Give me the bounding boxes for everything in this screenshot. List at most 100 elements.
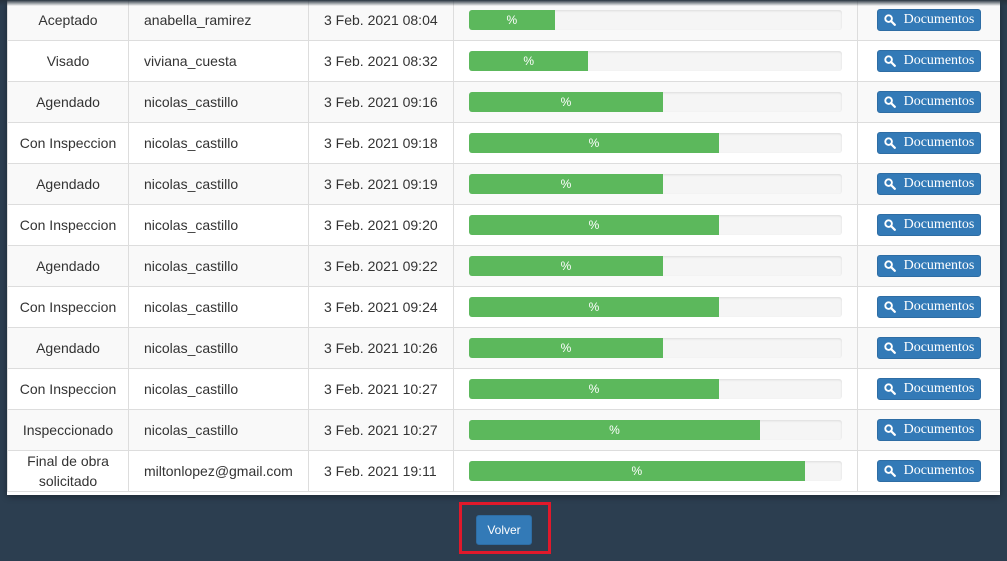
state-cell: Final de obra solicitado bbox=[7, 450, 129, 492]
user-cell: nicolas_castillo bbox=[128, 81, 309, 123]
state-label: Visado bbox=[46, 53, 90, 69]
state-cell: Agendado bbox=[7, 327, 129, 369]
user-label: anabella_ramirez bbox=[144, 12, 252, 28]
date-label: 3 Feb. 2021 09:19 bbox=[324, 176, 438, 192]
action-cell: Documentos bbox=[857, 40, 1000, 82]
table-row: Agendado nicolas_castillo 3 Feb. 2021 09:1… bbox=[7, 163, 1000, 205]
date-label: 3 Feb. 2021 10:27 bbox=[324, 381, 438, 397]
progress-bar: % bbox=[469, 379, 842, 399]
user-cell: nicolas_castillo bbox=[128, 409, 309, 451]
search-icon bbox=[883, 383, 896, 395]
volver-button[interactable]: Volver bbox=[476, 515, 532, 545]
search-icon bbox=[883, 137, 896, 149]
user-cell: anabella_ramirez bbox=[128, 0, 309, 41]
date-label: 3 Feb. 2021 10:26 bbox=[324, 340, 438, 356]
date-label: 3 Feb. 2021 09:16 bbox=[324, 94, 438, 110]
user-cell: nicolas_castillo bbox=[128, 286, 309, 328]
progress-cell: % bbox=[453, 122, 858, 164]
state-cell: Agendado bbox=[7, 163, 129, 205]
search-icon bbox=[883, 55, 896, 67]
progress-fill: % bbox=[469, 174, 663, 194]
documentos-button[interactable]: Documentos bbox=[876, 337, 982, 359]
table-row: Con Inspeccion nicolas_castillo 3 Feb. 202… bbox=[7, 204, 1000, 246]
documentos-button[interactable]: Documentos bbox=[876, 255, 982, 277]
history-panel: Aceptado anabella_ramirez 3 Feb. 2021 08:0… bbox=[7, 0, 1000, 495]
progress-bar: % bbox=[469, 297, 842, 317]
date-cell: 3 Feb. 2021 09:22 bbox=[308, 245, 454, 287]
documentos-button[interactable]: Documentos bbox=[876, 91, 982, 113]
state-label: Inspeccionado bbox=[22, 422, 114, 438]
state-cell: Agendado bbox=[7, 245, 129, 287]
progress-cell: % bbox=[453, 40, 858, 82]
progress-cell: % bbox=[453, 450, 858, 492]
action-cell: Documentos bbox=[857, 450, 1000, 492]
action-cell: Documentos bbox=[857, 286, 1000, 328]
progress-cell: % bbox=[453, 0, 858, 41]
action-cell: Documentos bbox=[857, 0, 1000, 41]
date-cell: 3 Feb. 2021 10:27 bbox=[308, 368, 454, 410]
documentos-button[interactable]: Documentos bbox=[876, 132, 982, 154]
documentos-button[interactable]: Documentos bbox=[876, 419, 982, 441]
state-cell: Con Inspeccion bbox=[7, 122, 129, 164]
progress-bar: % bbox=[469, 92, 842, 112]
table-row: Aceptado anabella_ramirez 3 Feb. 2021 08:0… bbox=[7, 0, 1000, 41]
documentos-button[interactable]: Documentos bbox=[876, 50, 982, 72]
documentos-button[interactable]: Documentos bbox=[876, 460, 982, 482]
progress-bar: % bbox=[469, 215, 842, 235]
action-cell: Documentos bbox=[857, 368, 1000, 410]
search-icon bbox=[883, 96, 896, 108]
progress-bar: % bbox=[469, 51, 842, 71]
action-cell: Documentos bbox=[857, 245, 1000, 287]
progress-bar: % bbox=[469, 133, 842, 153]
documentos-label: Documentos bbox=[903, 422, 975, 437]
state-label: Final de obra solicitado bbox=[27, 453, 109, 489]
progress-fill: % bbox=[469, 297, 719, 317]
date-cell: 3 Feb. 2021 10:27 bbox=[308, 409, 454, 451]
progress-bar: % bbox=[469, 420, 842, 440]
state-cell: Aceptado bbox=[7, 0, 129, 41]
table-row: Agendado nicolas_castillo 3 Feb. 2021 09:1… bbox=[7, 81, 1000, 123]
progress-bar: % bbox=[469, 174, 842, 194]
table-row: Final de obra solicitado miltonlopez@gmai… bbox=[7, 450, 1000, 492]
state-label: Con Inspeccion bbox=[19, 299, 117, 315]
progress-fill: % bbox=[469, 338, 663, 358]
date-cell: 3 Feb. 2021 09:19 bbox=[308, 163, 454, 205]
date-label: 3 Feb. 2021 08:32 bbox=[324, 53, 438, 69]
progress-cell: % bbox=[453, 204, 858, 246]
user-label: nicolas_castillo bbox=[144, 340, 239, 356]
date-label: 3 Feb. 2021 08:04 bbox=[324, 12, 438, 28]
progress-fill: % bbox=[469, 379, 719, 399]
user-cell: nicolas_castillo bbox=[128, 122, 309, 164]
documentos-label: Documentos bbox=[903, 176, 975, 191]
date-label: 3 Feb. 2021 10:27 bbox=[324, 422, 438, 438]
documentos-button[interactable]: Documentos bbox=[876, 296, 982, 318]
search-icon bbox=[883, 424, 896, 436]
user-cell: nicolas_castillo bbox=[128, 245, 309, 287]
user-label: nicolas_castillo bbox=[144, 381, 239, 397]
date-cell: 3 Feb. 2021 19:11 bbox=[308, 450, 454, 492]
date-cell: 3 Feb. 2021 08:04 bbox=[308, 0, 454, 41]
table-row: Con Inspeccion nicolas_castillo 3 Feb. 202… bbox=[7, 286, 1000, 328]
table-row: Visado viviana_cuesta 3 Feb. 2021 08:32% Do… bbox=[7, 40, 1000, 82]
date-cell: 3 Feb. 2021 10:26 bbox=[308, 327, 454, 369]
user-label: miltonlopez@gmail.com bbox=[144, 463, 293, 479]
documentos-label: Documentos bbox=[903, 381, 975, 396]
documentos-label: Documentos bbox=[903, 217, 975, 232]
documentos-button[interactable]: Documentos bbox=[876, 9, 982, 31]
user-label: nicolas_castillo bbox=[144, 217, 239, 233]
progress-fill: % bbox=[469, 256, 663, 276]
date-cell: 3 Feb. 2021 09:20 bbox=[308, 204, 454, 246]
table-row: Inspeccionado nicolas_castillo 3 Feb. 2021… bbox=[7, 409, 1000, 451]
state-label: Con Inspeccion bbox=[19, 217, 117, 233]
documentos-button[interactable]: Documentos bbox=[876, 378, 982, 400]
action-cell: Documentos bbox=[857, 204, 1000, 246]
documentos-button[interactable]: Documentos bbox=[876, 214, 982, 236]
search-icon bbox=[883, 301, 896, 313]
documentos-button[interactable]: Documentos bbox=[876, 173, 982, 195]
progress-fill: % bbox=[469, 10, 555, 30]
state-label: Agendado bbox=[36, 340, 100, 356]
search-icon bbox=[883, 465, 896, 477]
progress-bar: % bbox=[469, 256, 842, 276]
user-label: nicolas_castillo bbox=[144, 299, 239, 315]
action-cell: Documentos bbox=[857, 163, 1000, 205]
